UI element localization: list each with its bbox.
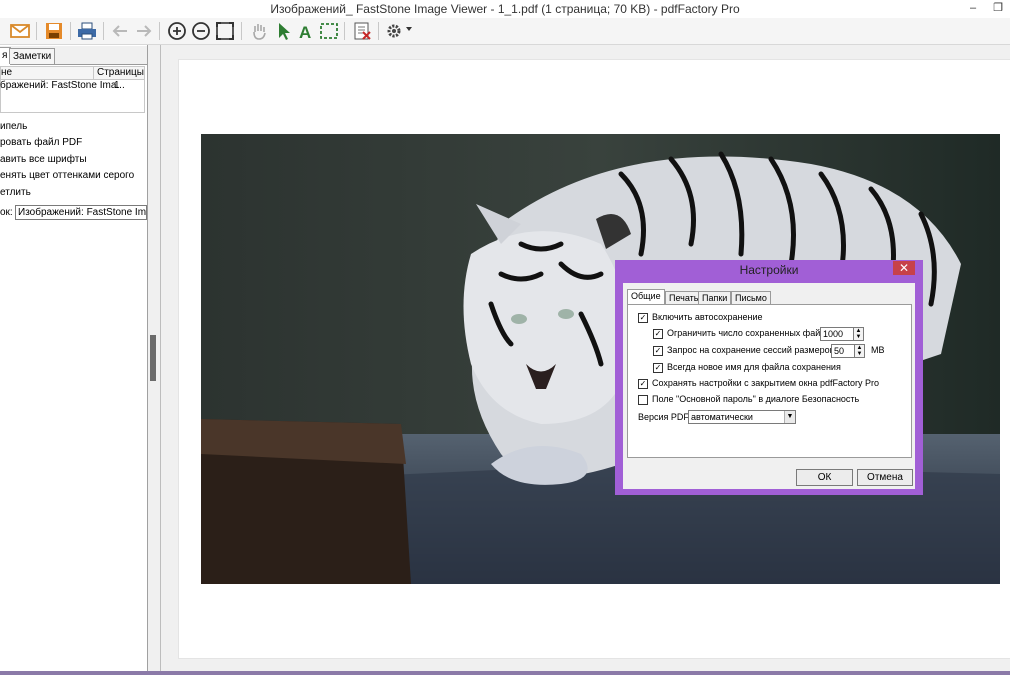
column-name[interactable]: не xyxy=(1,67,91,79)
chevron-down-icon[interactable] xyxy=(406,27,412,31)
hand-icon[interactable] xyxy=(248,20,270,42)
limit-files-label: Ограничить число сохраненных файлов xyxy=(667,328,836,338)
option-staple[interactable]: ипель xyxy=(0,120,27,133)
svg-text:A: A xyxy=(299,23,311,42)
tab-folders[interactable]: Папки xyxy=(698,291,732,305)
panel-splitter[interactable] xyxy=(148,45,160,675)
session-prompt-checkbox[interactable]: ✓ xyxy=(653,346,663,356)
left-panel: я Заметки не Страницы бражений: FastSton… xyxy=(0,45,148,675)
dialog-close-button[interactable]: ✕ xyxy=(893,261,915,275)
save-icon[interactable] xyxy=(43,20,65,42)
session-prompt-label: Запрос на сохранение сессий размером > xyxy=(667,345,844,355)
title-bar: Изображений_ FastStone Image Viewer - 1_… xyxy=(0,0,1010,18)
list-item[interactable]: бражений: FastStone Ima... 1 xyxy=(0,79,143,93)
back-icon[interactable] xyxy=(109,20,131,42)
zoom-out-icon[interactable] xyxy=(190,20,212,42)
zoom-in-icon[interactable] xyxy=(166,20,188,42)
ok-button[interactable]: ОК xyxy=(796,469,853,486)
autosave-label: Включить автосохранение xyxy=(652,312,763,322)
list-item-name: бражений: FastStone Ima... xyxy=(0,80,125,91)
title-label: ок: xyxy=(0,207,13,218)
option-embed-fonts[interactable]: авить все шрифты xyxy=(0,153,87,166)
delete-page-icon[interactable] xyxy=(351,20,373,42)
cancel-button[interactable]: Отмена xyxy=(857,469,913,486)
window-title: Изображений_ FastStone Image Viewer - 1_… xyxy=(270,2,740,16)
crop-selection-icon[interactable] xyxy=(318,20,340,42)
save-settings-checkbox[interactable]: ✓ xyxy=(638,379,648,389)
tab-general[interactable]: Общие xyxy=(627,289,665,305)
fit-page-icon[interactable] xyxy=(214,20,236,42)
panel-tabs: я Заметки xyxy=(0,46,147,65)
list-header: не Страницы xyxy=(0,66,145,80)
text-tool-icon[interactable]: A xyxy=(295,20,317,42)
option-encrypt-pdf[interactable]: ровать файл PDF xyxy=(0,136,82,149)
session-unit-label: MB xyxy=(871,345,885,355)
title-field[interactable]: Изображений: FastStone Image V xyxy=(15,205,147,220)
new-name-checkbox[interactable]: ✓ xyxy=(653,363,663,373)
toolbar: A xyxy=(0,18,1010,45)
dialog-title: Настройки xyxy=(739,263,799,277)
pdf-version-value: автоматически xyxy=(691,412,753,422)
option-grayscale[interactable]: енять цвет оттенками серого xyxy=(0,169,134,182)
password-field-checkbox[interactable] xyxy=(638,395,648,405)
new-name-label: Всегда новое имя для файла сохранения xyxy=(667,362,841,372)
email-icon[interactable] xyxy=(9,20,31,42)
settings-dialog: Настройки ✕ Общие Печать Папки Письмо ✓ … xyxy=(615,260,923,495)
option-lighten[interactable]: етлить xyxy=(0,186,31,199)
password-field-label: Поле "Основной пароль" в диалоге Безопас… xyxy=(652,394,860,404)
tab-mail[interactable]: Письмо xyxy=(731,291,771,305)
select-arrow-icon[interactable] xyxy=(272,20,294,42)
autosave-checkbox[interactable]: ✓ xyxy=(638,313,648,323)
chevron-down-icon[interactable]: ▼ xyxy=(784,411,795,423)
limit-files-input[interactable]: 1000 xyxy=(820,327,854,341)
limit-files-spinner[interactable]: ▲ ▼ xyxy=(853,327,864,341)
general-panel: ✓ Включить автосохранение ✓ Ограничить ч… xyxy=(627,304,912,458)
tab-print[interactable]: Печать xyxy=(665,291,703,305)
splitter-grip[interactable] xyxy=(150,335,156,381)
session-size-spinner[interactable]: ▲ ▼ xyxy=(854,344,865,358)
restore-button[interactable]: ❐ xyxy=(990,1,1006,15)
settings-gear-icon[interactable] xyxy=(384,20,406,42)
tab-notes[interactable]: Заметки xyxy=(9,48,56,64)
dialog-client: Общие Печать Папки Письмо ✓ Включить авт… xyxy=(623,283,915,489)
column-pages[interactable]: Страницы xyxy=(93,67,147,79)
print-icon[interactable] xyxy=(76,20,98,42)
minimize-button[interactable]: – xyxy=(965,1,981,15)
limit-files-checkbox[interactable]: ✓ xyxy=(653,329,663,339)
save-settings-label: Сохранять настройки с закрытием окна pdf… xyxy=(652,378,879,388)
status-strip xyxy=(0,671,1010,675)
pdf-version-select[interactable]: автоматически ▼ xyxy=(688,410,796,424)
session-size-input[interactable]: 50 xyxy=(831,344,855,358)
list-item-pages: 1 xyxy=(114,80,120,91)
forward-icon[interactable] xyxy=(133,20,155,42)
pdf-version-label: Версия PDF: xyxy=(638,412,692,422)
